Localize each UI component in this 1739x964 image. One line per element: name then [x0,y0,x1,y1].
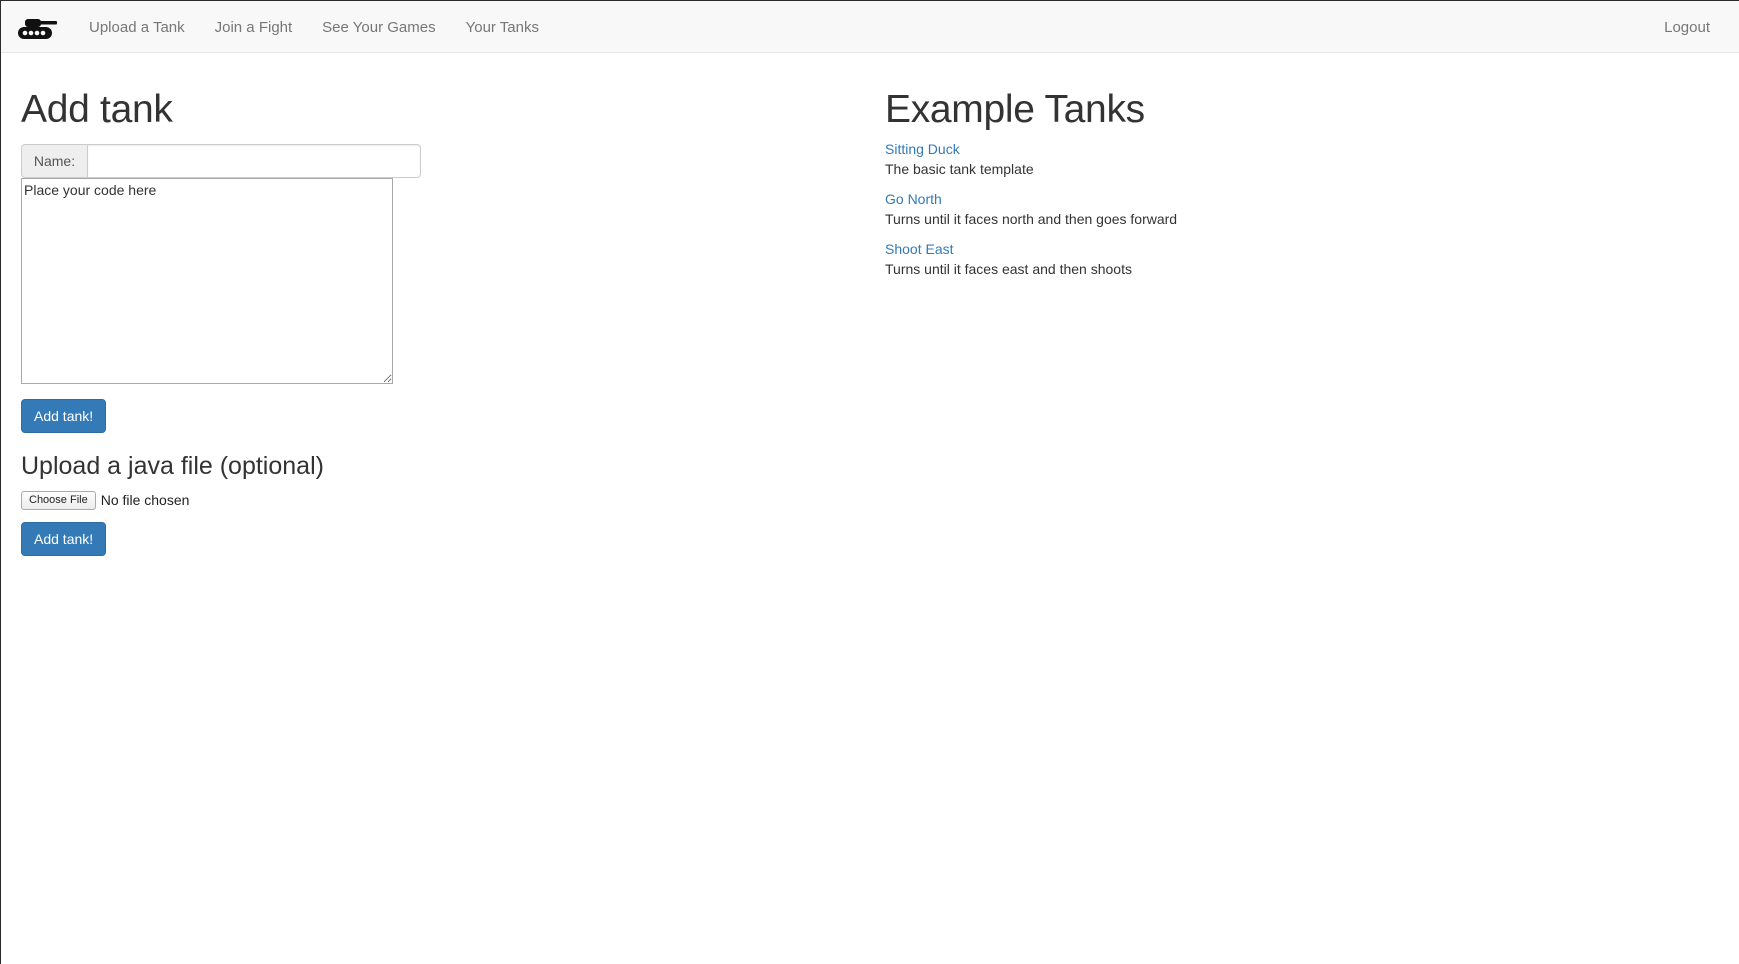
example-tanks-section: Example Tanks Sitting Duck The basic tan… [885,88,1685,279]
choose-file-button[interactable]: Choose File [21,490,96,510]
add-tank-title: Add tank [21,88,173,131]
navbar: Upload a Tank Join a Fight See Your Game… [1,1,1739,53]
example-description: Turns until it faces east and then shoot… [885,260,1132,277]
file-input: Choose File No file chosen [21,490,821,510]
nav-your-tanks[interactable]: Your Tanks [466,19,539,36]
name-input[interactable] [87,143,421,178]
nav-links: Upload a Tank Join a Fight See Your Game… [89,1,569,53]
upload-add-tank-button[interactable]: Add tank! [21,522,107,557]
upload-title: Upload a java file (optional) [21,451,324,480]
tank-icon[interactable] [17,16,59,40]
code-textarea[interactable] [21,177,393,384]
nav-join-fight[interactable]: Join a Fight [215,19,293,36]
logout-link[interactable]: Logout [1664,1,1710,53]
nav-upload-tank[interactable]: Upload a Tank [89,19,185,36]
add-tank-button[interactable]: Add tank! [21,398,107,433]
example-link-sitting-duck[interactable]: Sitting Duck [885,139,960,159]
list-item: Shoot East Turns until it faces east and… [885,239,1685,279]
list-item: Go North Turns until it faces north and … [885,189,1685,229]
example-link-go-north[interactable]: Go North [885,189,942,209]
example-description: Turns until it faces north and then goes… [885,210,1178,227]
add-tank-section: Add tank Name: Add tank! Upload a java f… [21,88,821,557]
example-link-shoot-east[interactable]: Shoot East [885,239,954,259]
name-label: Name: [21,143,87,178]
examples-list: Sitting Duck The basic tank template Go … [885,139,1685,279]
nav-see-games[interactable]: See Your Games [322,19,435,36]
example-tanks-title: Example Tanks [885,88,1145,131]
file-status: No file chosen [100,492,190,509]
example-description: The basic tank template [885,160,1034,177]
list-item: Sitting Duck The basic tank template [885,139,1685,179]
name-input-group: Name: [21,143,421,178]
